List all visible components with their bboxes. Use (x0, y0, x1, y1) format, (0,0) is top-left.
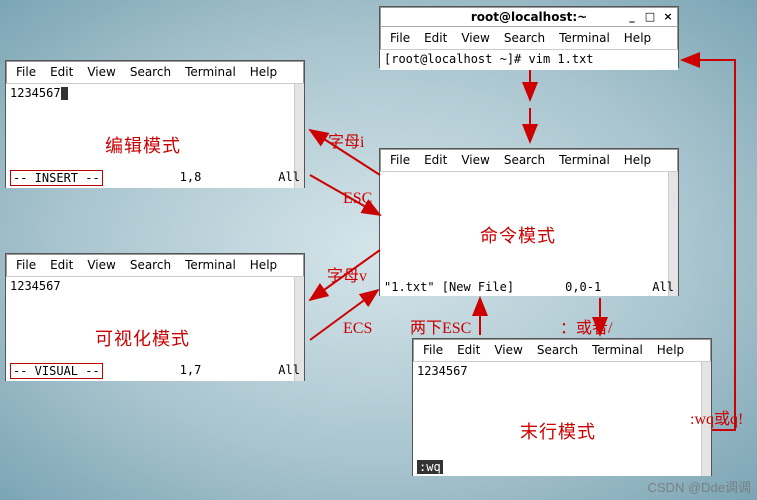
cmd-text: :wq (417, 460, 443, 474)
menubar: File Edit View Search Terminal Help (380, 149, 678, 172)
arrow-label-wq: :wq或q! (690, 405, 743, 429)
menu-view[interactable]: View (455, 30, 495, 46)
extent-text: All (278, 170, 300, 186)
statusbar: "1.txt" [New File] 0,0-1 All (384, 280, 674, 294)
extent-text: All (652, 280, 674, 294)
titlebar: root@localhost:~ _ □ × (380, 7, 678, 27)
menu-terminal[interactable]: Terminal (553, 30, 616, 46)
cursor-position: 1,8 (180, 170, 202, 186)
menu-search[interactable]: Search (124, 64, 177, 80)
prompt-text: [root@localhost ~]# vim 1.txt (384, 52, 594, 66)
menu-search[interactable]: Search (498, 30, 551, 46)
terminal-window-visual: File Edit View Search Terminal Help 1234… (5, 253, 305, 381)
label-visual-mode: 可视化模式 (95, 325, 190, 351)
menubar: File Edit View Search Terminal Help (413, 339, 711, 362)
menu-edit[interactable]: Edit (44, 64, 79, 80)
menu-file[interactable]: File (384, 152, 416, 168)
terminal-content: [root@localhost ~]# vim 1.txt (380, 50, 678, 70)
arrow-label-colon-slash: ：或者/ (560, 314, 612, 338)
content-text: 1234567 (417, 364, 468, 378)
terminal-window-lastline: File Edit View Search Terminal Help 1234… (412, 338, 712, 476)
menu-file[interactable]: File (10, 64, 42, 80)
menubar: File Edit View Search Terminal Help (6, 254, 304, 277)
menu-view[interactable]: View (455, 152, 495, 168)
arrow-label-ecs: ECS (343, 320, 372, 338)
cursor-position: 0,0-1 (565, 280, 601, 294)
statusbar: -- INSERT -- 1,8 All (10, 170, 300, 186)
menu-file[interactable]: File (417, 342, 449, 358)
label-edit-mode: 编辑模式 (105, 132, 181, 158)
menubar: File Edit View Search Terminal Help (380, 27, 678, 50)
minimize-icon[interactable]: _ (626, 11, 638, 23)
menu-edit[interactable]: Edit (451, 342, 486, 358)
menu-edit[interactable]: Edit (418, 152, 453, 168)
menu-view[interactable]: View (81, 257, 121, 273)
menu-file[interactable]: File (10, 257, 42, 273)
statusbar: -- VISUAL -- 1,7 All (10, 363, 300, 379)
menu-view[interactable]: View (81, 64, 121, 80)
menubar: File Edit View Search Terminal Help (6, 61, 304, 84)
menu-search[interactable]: Search (531, 342, 584, 358)
terminal-window-root: root@localhost:~ _ □ × File Edit View Se… (379, 6, 679, 68)
menu-search[interactable]: Search (498, 152, 551, 168)
label-lastline-mode: 末行模式 (520, 418, 596, 444)
menu-search[interactable]: Search (124, 257, 177, 273)
arrow-label-esc: ESC (343, 190, 372, 208)
extent-text: All (278, 363, 300, 379)
maximize-icon[interactable]: □ (644, 11, 656, 23)
mode-indicator: -- VISUAL -- (10, 363, 103, 379)
menu-edit[interactable]: Edit (44, 257, 79, 273)
window-title: root@localhost:~ (471, 10, 587, 24)
mode-indicator: -- INSERT -- (10, 170, 103, 186)
menu-file[interactable]: File (384, 30, 416, 46)
terminal-window-edit: File Edit View Search Terminal Help 1234… (5, 60, 305, 188)
watermark: CSDN @Dde调调 (648, 477, 752, 496)
menu-terminal[interactable]: Terminal (179, 257, 242, 273)
cursor-position: 1,7 (180, 363, 202, 379)
menu-help[interactable]: Help (618, 30, 657, 46)
content-text: 1234567 (10, 86, 61, 100)
statusbar: :wq (417, 460, 707, 474)
close-icon[interactable]: × (662, 11, 674, 23)
arrow-label-i: 字母i (328, 128, 364, 152)
menu-help[interactable]: Help (244, 257, 283, 273)
menu-terminal[interactable]: Terminal (586, 342, 649, 358)
menu-view[interactable]: View (488, 342, 528, 358)
menu-edit[interactable]: Edit (418, 30, 453, 46)
content-text: 1234567 (10, 279, 61, 293)
label-command-mode: 命令模式 (480, 222, 556, 248)
menu-help[interactable]: Help (618, 152, 657, 168)
scrollbar[interactable] (668, 172, 678, 296)
window-buttons: _ □ × (626, 11, 674, 23)
file-status: "1.txt" [New File] (384, 280, 514, 294)
menu-terminal[interactable]: Terminal (179, 64, 242, 80)
menu-terminal[interactable]: Terminal (553, 152, 616, 168)
cursor-icon (61, 87, 68, 100)
arrow-label-v: 字母v (327, 262, 367, 286)
menu-help[interactable]: Help (244, 64, 283, 80)
menu-help[interactable]: Help (651, 342, 690, 358)
arrow-label-two-esc: 两下ESC (410, 314, 471, 338)
